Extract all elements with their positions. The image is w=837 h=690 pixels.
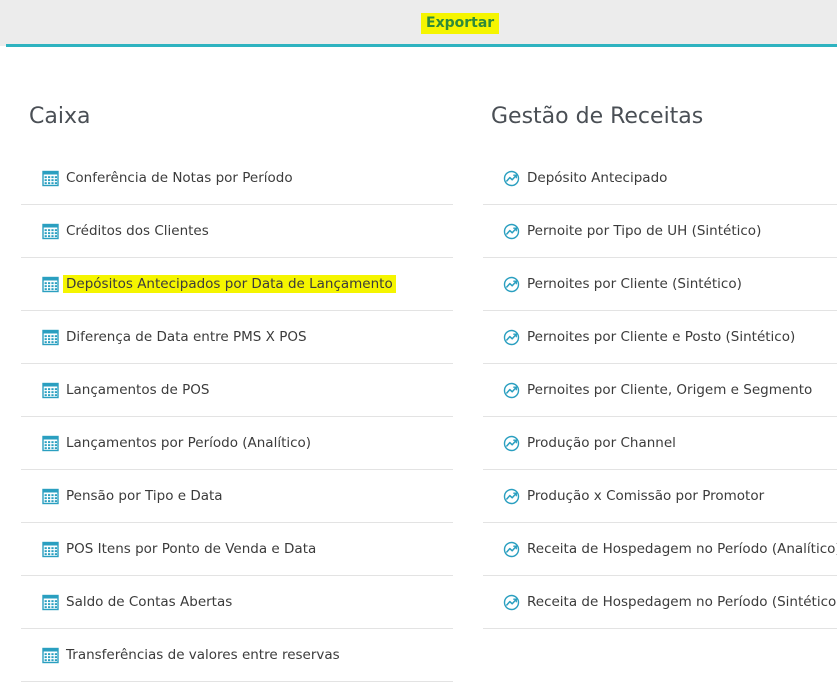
report-item-label: Diferença de Data entre PMS X POS: [66, 329, 307, 345]
calendar-grid-icon: [41, 646, 59, 664]
report-item-label: Pernoite por Tipo de UH (Sintético): [527, 223, 762, 239]
report-item-label: POS Itens por Ponto de Venda e Data: [66, 541, 317, 557]
calendar-grid-icon: [41, 169, 59, 187]
trend-chart-icon: [502, 169, 520, 187]
report-item-label: Saldo de Contas Abertas: [66, 594, 233, 610]
report-item-label: Pernoites por Cliente (Sintético): [527, 276, 742, 292]
report-item-label: Pensão por Tipo e Data: [66, 488, 223, 504]
trend-chart-icon: [502, 540, 520, 558]
report-item-saldo-contas[interactable]: Saldo de Contas Abertas: [21, 576, 453, 629]
trend-chart-icon: [502, 593, 520, 611]
report-item-creditos-clientes[interactable]: Créditos dos Clientes: [21, 205, 453, 258]
report-item-receita-analitico[interactable]: Receita de Hospedagem no Período (Analít…: [483, 523, 837, 576]
report-item-lancamentos-periodo[interactable]: Lançamentos por Período (Analítico): [21, 417, 453, 470]
calendar-grid-icon: [41, 540, 59, 558]
report-item-conferencia-notas[interactable]: Conferência de Notas por Período: [21, 152, 453, 205]
accent-divider: [6, 44, 837, 47]
report-item-deposito-antecipado[interactable]: Depósito Antecipado: [483, 152, 837, 205]
calendar-grid-icon: [41, 275, 59, 293]
report-item-label: Receita de Hospedagem no Período (Analít…: [527, 541, 837, 557]
trend-chart-icon: [502, 222, 520, 240]
report-item-label: Produção por Channel: [527, 435, 676, 451]
report-item-lancamentos-pos[interactable]: Lançamentos de POS: [21, 364, 453, 417]
report-item-label: Conferência de Notas por Período: [66, 170, 293, 186]
report-item-label: Produção x Comissão por Promotor: [527, 488, 765, 504]
trend-chart-icon: [502, 275, 520, 293]
report-item-pernoites-origem-segmento[interactable]: Pernoites por Cliente, Origem e Segmento: [483, 364, 837, 417]
report-item-pos-itens[interactable]: POS Itens por Ponto de Venda e Data: [21, 523, 453, 576]
report-item-pernoites-cliente[interactable]: Pernoites por Cliente (Sintético): [483, 258, 837, 311]
report-item-pernoite-tipo-uh[interactable]: Pernoite por Tipo de UH (Sintético): [483, 205, 837, 258]
calendar-grid-icon: [41, 434, 59, 452]
report-item-receita-sintetico[interactable]: Receita de Hospedagem no Período (Sintét…: [483, 576, 837, 629]
report-item-label: Pernoites por Cliente e Posto (Sintético…: [527, 329, 796, 345]
report-item-depositos-antecipados[interactable]: Depósitos Antecipados por Data de Lançam…: [21, 258, 453, 311]
section-title-receitas: Gestão de Receitas: [491, 104, 704, 129]
calendar-grid-icon: [41, 381, 59, 399]
report-item-transferencias[interactable]: Transferências de valores entre reservas: [21, 629, 453, 682]
calendar-grid-icon: [41, 487, 59, 505]
report-item-label: Depósito Antecipado: [527, 170, 668, 186]
report-item-pernoites-cliente-posto[interactable]: Pernoites por Cliente e Posto (Sintético…: [483, 311, 837, 364]
report-item-label: Pernoites por Cliente, Origem e Segmento: [527, 382, 813, 398]
top-bar: Exportar: [0, 0, 837, 46]
trend-chart-icon: [502, 328, 520, 346]
trend-chart-icon: [502, 381, 520, 399]
trend-chart-icon: [502, 487, 520, 505]
report-item-producao-channel[interactable]: Produção por Channel: [483, 417, 837, 470]
calendar-grid-icon: [41, 222, 59, 240]
export-button[interactable]: Exportar: [421, 13, 500, 34]
section-title-caixa: Caixa: [29, 104, 91, 129]
report-item-label: Transferências de valores entre reservas: [66, 647, 340, 663]
report-item-pensao-tipo-data[interactable]: Pensão por Tipo e Data: [21, 470, 453, 523]
report-item-label: Lançamentos por Período (Analítico): [66, 435, 312, 451]
report-item-diferenca-data[interactable]: Diferença de Data entre PMS X POS: [21, 311, 453, 364]
calendar-grid-icon: [41, 593, 59, 611]
caixa-report-list: Conferência de Notas por Período Crédito…: [21, 152, 453, 682]
trend-chart-icon: [502, 434, 520, 452]
report-item-producao-comissao[interactable]: Produção x Comissão por Promotor: [483, 470, 837, 523]
report-item-label: Lançamentos de POS: [66, 382, 210, 398]
report-item-label: Receita de Hospedagem no Período (Sintét…: [527, 594, 837, 610]
report-item-label: Depósitos Antecipados por Data de Lançam…: [63, 275, 396, 293]
calendar-grid-icon: [41, 328, 59, 346]
receitas-report-list: Depósito Antecipado Pernoite por Tipo de…: [483, 152, 837, 629]
report-item-label: Créditos dos Clientes: [66, 223, 209, 239]
